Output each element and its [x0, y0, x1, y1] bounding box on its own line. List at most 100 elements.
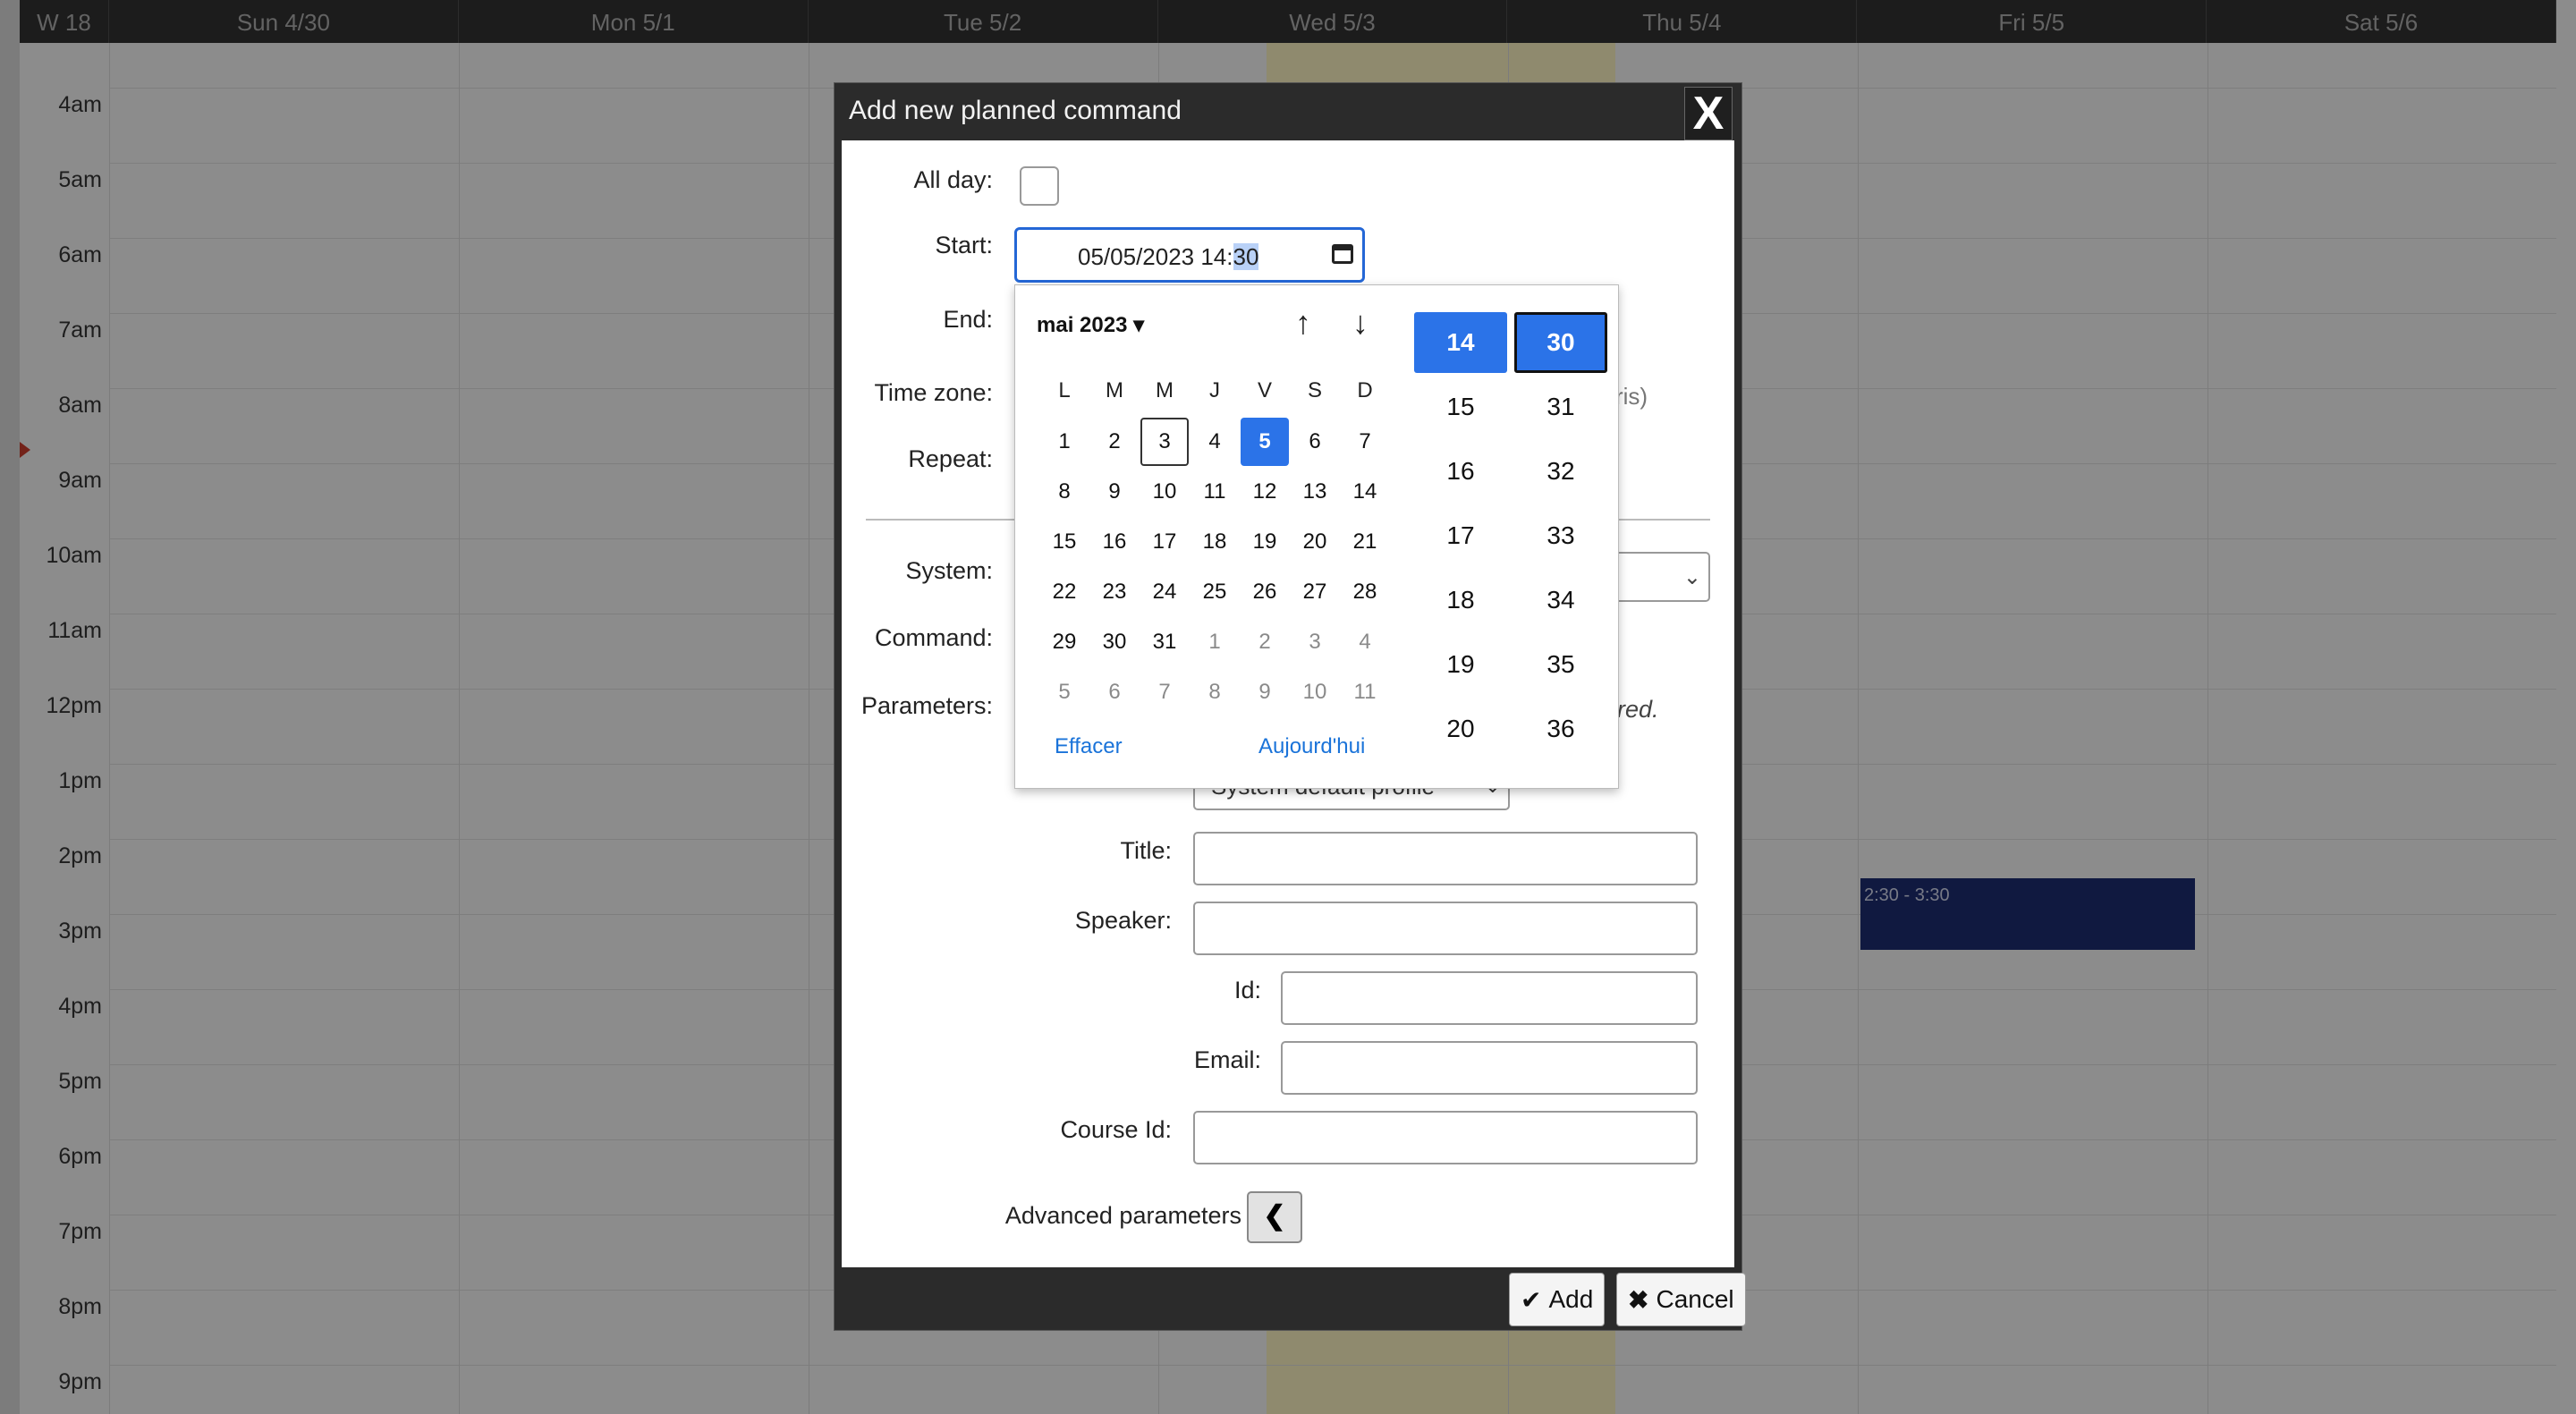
hour-option[interactable]: 20 — [1414, 699, 1507, 759]
time-zone-label: Time zone: — [874, 379, 993, 406]
calendar-day[interactable]: 22 — [1040, 568, 1089, 616]
repeat-label: Repeat: — [908, 445, 993, 472]
adjacent-month-day[interactable]: 1 — [1191, 618, 1239, 666]
system-select[interactable]: ⌄ — [1610, 552, 1710, 602]
adjacent-month-day[interactable]: 9 — [1241, 668, 1289, 716]
system-label: System: — [905, 557, 993, 584]
calendar-day[interactable]: 12 — [1241, 468, 1289, 516]
calendar-day[interactable]: 8 — [1040, 468, 1089, 516]
datetime-picker: mai 2023 ▾ ↑ ↓ LMMJVSD 1 2 3 4 5 6 7 8 9 10 11 12 13… — [1014, 284, 1619, 789]
arrow-up-icon[interactable]: ↑ — [1285, 305, 1321, 341]
adjacent-month-day[interactable]: 2 — [1241, 618, 1289, 666]
calendar-day[interactable]: 6 — [1291, 418, 1339, 466]
id-label: Id: — [1233, 977, 1261, 1003]
month-year-selector[interactable]: mai 2023 ▾ — [1037, 312, 1144, 338]
calendar-icon[interactable] — [1332, 244, 1353, 264]
speaker-label: Speaker: — [1074, 907, 1172, 934]
check-icon: ✔ — [1521, 1285, 1542, 1314]
calendar-day[interactable]: 13 — [1291, 468, 1339, 516]
calendar-day[interactable]: 2 — [1090, 418, 1139, 466]
adjacent-month-day[interactable]: 10 — [1291, 668, 1339, 716]
adjacent-month-day[interactable]: 6 — [1090, 668, 1139, 716]
calendar-day[interactable]: 9 — [1090, 468, 1139, 516]
minute-option[interactable]: 36 — [1514, 699, 1607, 759]
hour-option[interactable]: 16 — [1414, 441, 1507, 502]
minute-option[interactable]: 34 — [1514, 570, 1607, 631]
calendar-day[interactable]: 15 — [1040, 518, 1089, 566]
weekday-label: S — [1307, 378, 1322, 402]
speaker-input[interactable] — [1193, 902, 1698, 955]
calendar-day[interactable]: 17 — [1140, 518, 1189, 566]
adjacent-month-day[interactable]: 5 — [1040, 668, 1089, 716]
advanced-parameters-toggle[interactable]: ❮ — [1247, 1191, 1302, 1243]
command-label: Command: — [874, 624, 993, 651]
cancel-button-label: Cancel — [1656, 1285, 1734, 1313]
parameters-note: red. — [1617, 696, 1659, 723]
weekday-label: V — [1257, 378, 1272, 402]
arrow-down-icon[interactable]: ↓ — [1343, 305, 1378, 341]
calendar-day[interactable]: 26 — [1241, 568, 1289, 616]
close-icon: ✖ — [1628, 1285, 1649, 1314]
calendar-day[interactable]: 27 — [1291, 568, 1339, 616]
id-input[interactable] — [1281, 971, 1698, 1025]
end-label: End: — [943, 306, 993, 333]
hour-option[interactable]: 17 — [1414, 505, 1507, 566]
cancel-button[interactable]: ✖ Cancel — [1616, 1273, 1746, 1326]
minute-option[interactable]: 31 — [1514, 377, 1607, 437]
adjacent-month-day[interactable]: 8 — [1191, 668, 1239, 716]
all-day-checkbox[interactable] — [1020, 166, 1059, 206]
minute-option[interactable]: 33 — [1514, 505, 1607, 566]
calendar-day[interactable]: 7 — [1341, 418, 1389, 466]
calendar-day[interactable]: 3 — [1140, 418, 1189, 466]
calendar-day[interactable]: 28 — [1341, 568, 1389, 616]
calendar-day[interactable]: 23 — [1090, 568, 1139, 616]
calendar-day[interactable]: 16 — [1090, 518, 1139, 566]
calendar-day[interactable]: 29 — [1040, 618, 1089, 666]
minute-option[interactable]: 32 — [1514, 441, 1607, 502]
calendar-day[interactable]: 11 — [1191, 468, 1239, 516]
all-day-label: All day: — [913, 166, 993, 193]
calendar-day[interactable]: 14 — [1341, 468, 1389, 516]
adjacent-month-day[interactable]: 11 — [1341, 668, 1389, 716]
adjacent-month-day[interactable]: 3 — [1291, 618, 1339, 666]
parameters-label: Parameters: — [860, 692, 993, 719]
minute-option[interactable]: 30 — [1514, 312, 1607, 373]
dialog-title: Add new planned command — [849, 96, 1182, 125]
adjacent-month-day[interactable]: 4 — [1341, 618, 1389, 666]
calendar-day[interactable]: 4 — [1191, 418, 1239, 466]
title-input[interactable] — [1193, 832, 1698, 885]
close-button[interactable]: X — [1684, 87, 1733, 140]
calendar-day[interactable]: 25 — [1191, 568, 1239, 616]
calendar-day[interactable]: 20 — [1291, 518, 1339, 566]
calendar-day[interactable]: 21 — [1341, 518, 1389, 566]
weekday-label: J — [1209, 378, 1220, 402]
adjacent-month-day[interactable]: 7 — [1140, 668, 1189, 716]
today-link[interactable]: Aujourd'hui — [1258, 734, 1365, 759]
month-year-label: mai 2023 — [1037, 313, 1128, 337]
calendar-day[interactable]: 10 — [1140, 468, 1189, 516]
clear-link[interactable]: Effacer — [1055, 734, 1123, 759]
hour-option[interactable]: 14 — [1414, 312, 1507, 373]
weekday-label: L — [1058, 378, 1071, 402]
calendar-day[interactable]: 31 — [1140, 618, 1189, 666]
hour-option[interactable]: 18 — [1414, 570, 1507, 631]
start-datetime-value: 05/05/2023 14:30 — [1078, 243, 1259, 271]
course-id-input[interactable] — [1193, 1111, 1698, 1164]
chevron-left-icon: ❮ — [1263, 1201, 1286, 1231]
hour-option[interactable]: 19 — [1414, 634, 1507, 695]
calendar-day[interactable]: 18 — [1191, 518, 1239, 566]
start-minutes-selected: 30 — [1233, 243, 1259, 270]
calendar-day[interactable]: 19 — [1241, 518, 1289, 566]
hour-option[interactable]: 15 — [1414, 377, 1507, 437]
add-button[interactable]: ✔ Add — [1509, 1273, 1606, 1326]
add-button-label: Add — [1548, 1285, 1594, 1313]
email-input[interactable] — [1281, 1041, 1698, 1095]
start-datetime-input[interactable]: 05/05/2023 14:30 — [1014, 227, 1365, 283]
calendar-day[interactable]: 24 — [1140, 568, 1189, 616]
minute-option[interactable]: 35 — [1514, 634, 1607, 695]
calendar-day[interactable]: 1 — [1040, 418, 1089, 466]
calendar-day[interactable]: 5 — [1241, 418, 1289, 466]
weekday-label: D — [1357, 378, 1373, 402]
calendar-day[interactable]: 30 — [1090, 618, 1139, 666]
chevron-down-icon: ⌄ — [1682, 565, 1701, 589]
